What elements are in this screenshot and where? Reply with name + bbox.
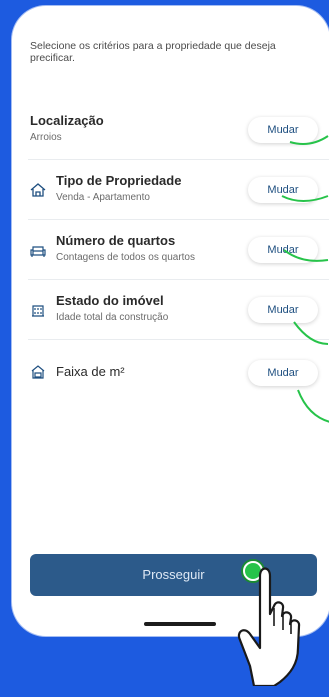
pointing-hand-icon — [237, 567, 301, 686]
change-property-type-button[interactable]: Mudar — [248, 177, 318, 203]
criterion-subtitle: Contagens de todos os quartos — [56, 252, 195, 263]
criterion-condition: Estado do imóvel Idade total da construç… — [12, 280, 329, 340]
criterion-title: Localização — [30, 113, 104, 128]
criterion-subtitle: Arroios — [30, 132, 62, 143]
criterion-title: Tipo de Propriedade — [56, 173, 182, 188]
area-icon — [30, 364, 46, 380]
building-icon — [30, 302, 46, 318]
criterion-title: Número de quartos — [56, 233, 176, 248]
change-bedrooms-button[interactable]: Mudar — [248, 237, 318, 263]
home-indicator — [144, 622, 216, 626]
criterion-title: Estado do imóvel — [56, 293, 164, 308]
criterion-location: Localização Arroios Mudar — [12, 100, 329, 160]
sofa-icon — [30, 242, 46, 258]
criterion-subtitle: Venda - Apartamento — [56, 192, 150, 203]
intro-text: Selecione os critérios para a propriedad… — [30, 40, 276, 64]
change-location-button[interactable]: Mudar — [248, 117, 318, 143]
criterion-property-type: Tipo de Propriedade Venda - Apartamento … — [12, 160, 329, 220]
criterion-bedrooms: Número de quartos Contagens de todos os … — [12, 220, 329, 280]
change-area-button[interactable]: Mudar — [248, 360, 318, 386]
criterion-area: Faixa de m² Mudar — [12, 340, 329, 400]
house-icon — [30, 182, 46, 198]
criterion-subtitle: Idade total da construção — [56, 312, 169, 323]
phone-screen: Selecione os critérios para a propriedad… — [12, 6, 329, 636]
criterion-title: Faixa de m² — [56, 364, 125, 379]
change-condition-button[interactable]: Mudar — [248, 297, 318, 323]
